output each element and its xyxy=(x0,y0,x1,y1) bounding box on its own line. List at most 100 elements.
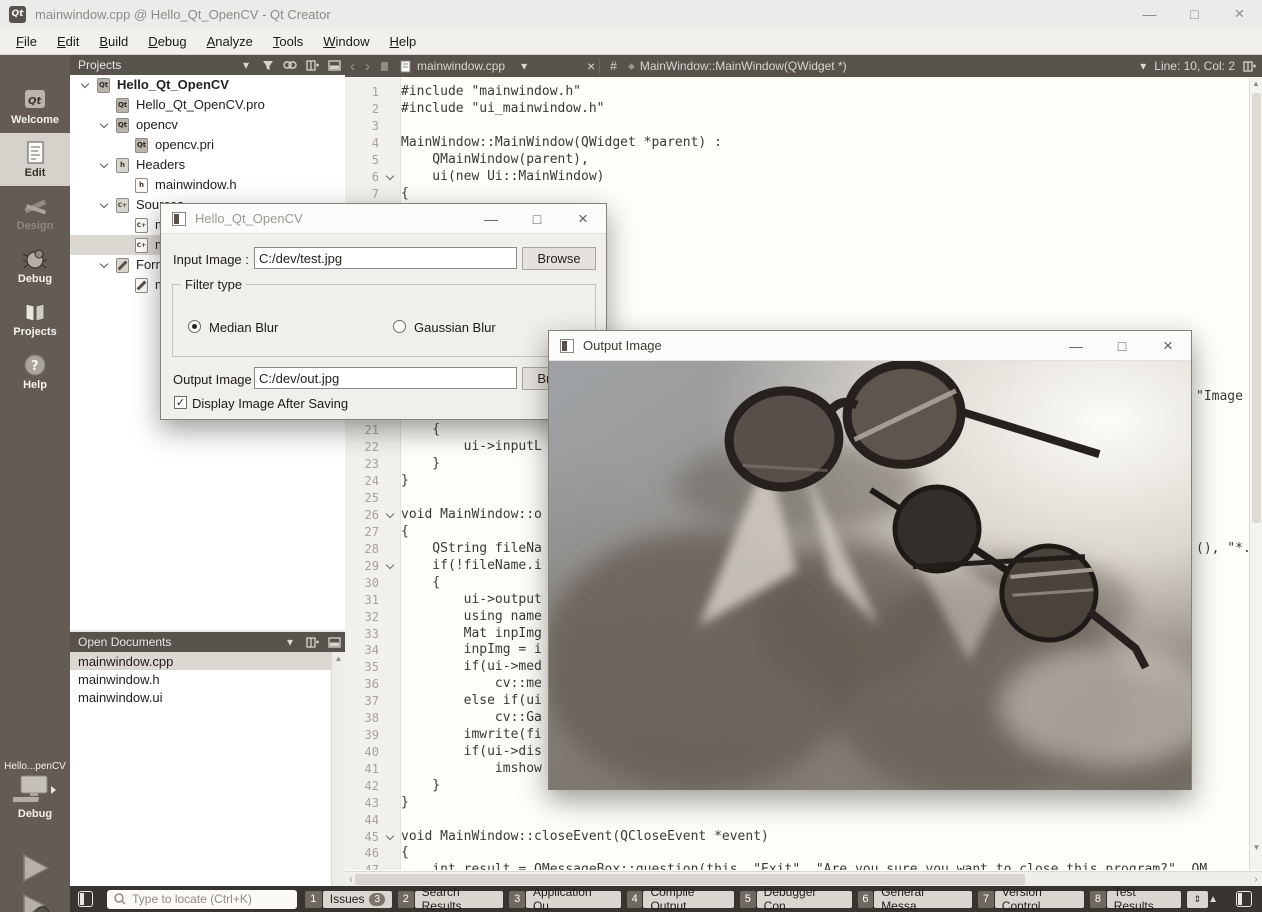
menu-debug[interactable]: Debug xyxy=(138,30,196,53)
mode-design[interactable]: Design xyxy=(0,186,70,239)
input-image-field[interactable]: C:/dev/test.jpg xyxy=(254,247,517,269)
pane-button-version-control[interactable]: 7Version Control xyxy=(978,891,1084,908)
close-button[interactable]: × xyxy=(1145,331,1191,361)
minimize-button[interactable]: — xyxy=(1053,331,1099,361)
expander-icon[interactable] xyxy=(97,258,111,272)
display-after-saving-label[interactable]: Display Image After Saving xyxy=(192,396,348,411)
filter-icon[interactable] xyxy=(257,55,279,75)
split-icon[interactable] xyxy=(301,55,323,75)
scrollbar-thumb[interactable] xyxy=(1252,93,1261,523)
chevron-down-icon[interactable]: ▾ xyxy=(279,632,301,652)
split-icon[interactable] xyxy=(301,632,323,652)
kit-selector[interactable]: Hello...penCV Debug xyxy=(0,761,70,820)
close-panel-icon[interactable] xyxy=(323,55,345,75)
scroll-down-icon[interactable]: ▼ xyxy=(1250,841,1262,854)
chevron-down-icon[interactable]: ▾ xyxy=(235,55,257,75)
close-button[interactable]: × xyxy=(560,204,606,234)
expander-icon[interactable] xyxy=(97,198,111,212)
mode-debug[interactable]: Debug xyxy=(0,239,70,292)
maximize-button[interactable]: □ xyxy=(514,204,560,234)
pane-button-search-results[interactable]: 2Search Results xyxy=(398,891,503,908)
pane-button-compile-output[interactable]: 4Compile Output xyxy=(627,891,734,908)
gaussian-blur-label[interactable]: Gaussian Blur xyxy=(414,320,496,335)
tree-item-Headers[interactable]: Headers xyxy=(70,155,345,175)
toggle-right-sidebar-icon[interactable] xyxy=(1236,891,1252,907)
editor-horizontal-scrollbar[interactable]: ‹ › xyxy=(345,871,1262,886)
tree-item-Hello_Qt_OpenCV.pro[interactable]: Hello_Qt_OpenCV.pro xyxy=(70,95,345,115)
go-forward-icon[interactable]: › xyxy=(360,58,375,75)
pin-file-icon[interactable] xyxy=(375,61,394,72)
median-blur-label[interactable]: Median Blur xyxy=(209,320,278,335)
chevron-down-icon[interactable]: ▾ xyxy=(511,59,587,73)
pane-button-application-ou-[interactable]: 3Application Ou... xyxy=(509,891,621,908)
close-button[interactable]: × xyxy=(1217,0,1262,28)
menu-build[interactable]: Build xyxy=(89,30,138,53)
split-editor-icon[interactable] xyxy=(1243,61,1256,72)
pane-button-test-results[interactable]: 8Test Results xyxy=(1090,891,1180,908)
dialog-title-bar[interactable]: Hello_Qt_OpenCV — □ × xyxy=(161,204,606,234)
mode-help[interactable]: ? Help xyxy=(0,345,70,398)
browse-input-button[interactable]: Browse xyxy=(522,247,596,270)
editor-vertical-scrollbar[interactable]: ▲ ▼ xyxy=(1249,77,1262,870)
menu-help[interactable]: Help xyxy=(379,30,426,53)
minimize-button[interactable]: — xyxy=(1127,0,1172,28)
tree-item-mainwindow.h[interactable]: mainwindow.h xyxy=(70,175,345,195)
go-back-icon[interactable]: ‹ xyxy=(345,58,360,75)
tree-item-label: opencv xyxy=(136,117,178,132)
fold-marker xyxy=(379,439,401,456)
mode-label: Welcome xyxy=(11,114,59,126)
scroll-up-icon[interactable]: ▲ xyxy=(1250,77,1262,90)
open-file-dropdown[interactable]: mainwindow.cpp xyxy=(394,59,511,73)
mode-welcome[interactable]: Qt Welcome xyxy=(0,80,70,133)
fold-marker[interactable] xyxy=(379,507,401,524)
fold-marker[interactable] xyxy=(379,829,401,846)
menu-file[interactable]: File xyxy=(6,30,47,53)
documents-scrollbar[interactable]: ▲ xyxy=(331,652,345,886)
scroll-right-icon[interactable]: › xyxy=(1250,874,1262,885)
minimize-button[interactable]: — xyxy=(468,204,514,234)
pane-button-issues[interactable]: 1Issues3 xyxy=(305,891,392,908)
open-document-mainwindow.ui[interactable]: mainwindow.ui xyxy=(70,688,345,706)
chevron-down-icon xyxy=(386,561,394,569)
median-blur-radio[interactable] xyxy=(188,320,201,333)
scrollbar-thumb[interactable] xyxy=(355,874,1025,885)
display-after-saving-checkbox[interactable]: ✓ xyxy=(174,396,187,409)
menu-window[interactable]: Window xyxy=(313,30,379,53)
open-document-mainwindow.h[interactable]: mainwindow.h xyxy=(70,670,345,688)
expand-panel-icon[interactable]: ▲ xyxy=(1208,894,1218,905)
scroll-up-icon[interactable]: ▲ xyxy=(335,654,343,663)
mode-projects[interactable]: Projects xyxy=(0,292,70,345)
open-document-mainwindow.cpp[interactable]: mainwindow.cpp xyxy=(70,652,345,670)
expander-icon[interactable] xyxy=(97,118,111,132)
run-button[interactable] xyxy=(14,851,56,885)
menu-tools[interactable]: Tools xyxy=(263,30,313,53)
pane-button-debugger-con-[interactable]: 5Debugger Con... xyxy=(740,891,852,908)
mode-edit[interactable]: Edit xyxy=(0,133,70,186)
projects-panel-title[interactable]: Projects xyxy=(70,58,235,72)
pane-button-general-messa-[interactable]: 6General Messa... xyxy=(858,891,973,908)
toggle-left-sidebar-icon[interactable] xyxy=(78,891,93,907)
debug-run-button[interactable] xyxy=(14,891,56,912)
maximize-button[interactable]: □ xyxy=(1172,0,1217,28)
tree-item-opencv.pri[interactable]: opencv.pri xyxy=(70,135,345,155)
expander-icon[interactable] xyxy=(78,78,92,92)
menu-edit[interactable]: Edit xyxy=(47,30,89,53)
close-document-icon[interactable]: × xyxy=(587,58,595,74)
tree-item-Hello_Qt_OpenCV[interactable]: Hello_Qt_OpenCV xyxy=(70,75,345,95)
current-symbol-dropdown[interactable]: MainWindow::MainWindow(QWidget *) xyxy=(640,59,847,73)
close-panel-icon[interactable] xyxy=(323,632,345,652)
output-window-title-bar[interactable]: Output Image — □ × xyxy=(549,331,1191,361)
link-with-editor-icon[interactable] xyxy=(279,55,301,75)
output-image-field[interactable]: C:/dev/out.jpg xyxy=(254,367,517,389)
fold-marker[interactable] xyxy=(379,169,401,186)
pane-switcher-button[interactable]: ⇕ xyxy=(1187,891,1209,908)
expander-icon[interactable] xyxy=(97,158,111,172)
maximize-button[interactable]: □ xyxy=(1099,331,1145,361)
fold-marker[interactable] xyxy=(379,558,401,575)
tree-item-opencv[interactable]: opencv xyxy=(70,115,345,135)
locator-input[interactable]: Type to locate (Ctrl+K) xyxy=(107,890,297,909)
gaussian-blur-radio[interactable] xyxy=(393,320,406,333)
menu-analyze[interactable]: Analyze xyxy=(197,30,263,53)
open-documents-title[interactable]: Open Documents xyxy=(70,635,279,649)
chevron-down-icon[interactable]: ▾ xyxy=(1140,59,1146,73)
